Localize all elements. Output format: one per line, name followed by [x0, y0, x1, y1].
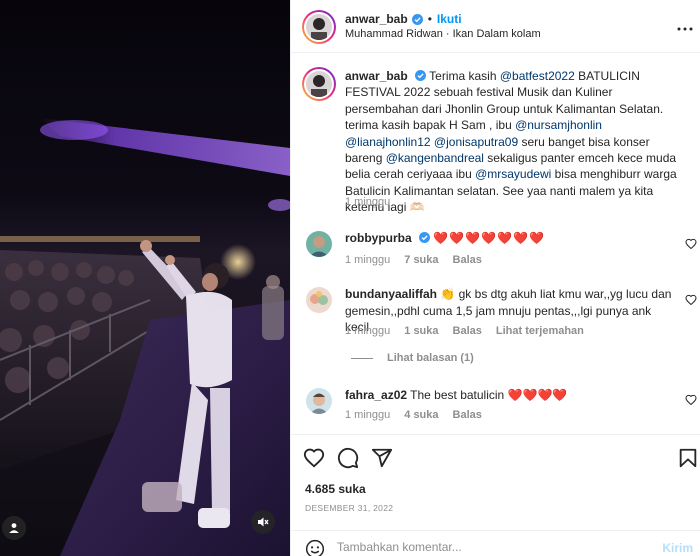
- audio-attribution[interactable]: Muhammad Ridwan · Ikan Dalam kolam: [345, 28, 541, 40]
- comment-username[interactable]: fahra_az02: [345, 388, 407, 402]
- caption-avatar-image: [306, 71, 332, 97]
- user-tag-icon[interactable]: [2, 516, 26, 540]
- person-glyph: [9, 523, 19, 533]
- comment-meta: 1 minggu 1 suka Balas Lihat terjemahan: [345, 325, 584, 337]
- author-username[interactable]: anwar_bab: [345, 12, 408, 26]
- likes-count[interactable]: 4.685 suka: [305, 482, 366, 496]
- bookmark-icon[interactable]: [677, 447, 699, 469]
- comment-likes[interactable]: 1 suka: [404, 325, 438, 337]
- comment-avatar-fahra: [306, 388, 332, 414]
- comment-text: The best batulicin ❤️❤️❤️❤️: [410, 388, 568, 402]
- comment-meta: 1 minggu 4 suka Balas: [345, 409, 482, 421]
- caption-timestamp[interactable]: 1 minggu: [345, 196, 390, 208]
- separator-dot: •: [427, 12, 432, 26]
- caption-text: Terima kasih @batfest2022 BATULICIN FEST…: [345, 69, 677, 214]
- post-side-panel: anwar_bab • Ikuti Muhammad Ridwan · Ikan…: [290, 0, 700, 556]
- caption-mention-link[interactable]: @kangenbandreal: [386, 151, 484, 165]
- caption-mention-link[interactable]: @nursamjhonlin: [515, 118, 602, 132]
- caption-mention-link[interactable]: @lianajhonlin12: [345, 135, 431, 149]
- follow-button[interactable]: Ikuti: [437, 12, 462, 26]
- post-caption: anwar_bab Terima kasih @batfest2022 BATU…: [345, 68, 685, 216]
- muted-speaker-icon[interactable]: [251, 510, 275, 534]
- comment-likes[interactable]: 4 suka: [404, 409, 438, 421]
- concert-video-frame: [0, 0, 290, 556]
- caption-mention-link[interactable]: @mrsayudewi: [475, 167, 551, 181]
- heart-icon[interactable]: [303, 447, 325, 469]
- caption-text-segment: Terima kasih: [429, 69, 500, 83]
- comments-list[interactable]: anwar_bab Terima kasih @batfest2022 BATU…: [291, 54, 700, 434]
- emoji-icon[interactable]: [305, 539, 325, 556]
- caption-username[interactable]: anwar_bab: [345, 69, 408, 83]
- comment-avatar-robbypurba: [306, 231, 332, 257]
- post-date[interactable]: DESEMBER 31, 2022: [305, 503, 393, 513]
- caption-verified-badge-icon: [415, 70, 427, 81]
- comment-text: ❤️❤️❤️❤️❤️❤️❤️: [433, 231, 545, 245]
- comment-meta: 1 minggu 7 suka Balas: [345, 254, 482, 266]
- speaker-glyph: [258, 517, 269, 527]
- comment-like-heart-icon[interactable]: [685, 394, 697, 406]
- post-actions: 4.685 suka DESEMBER 31, 2022: [291, 434, 700, 522]
- comment-timestamp[interactable]: 1 minggu: [345, 325, 390, 337]
- more-options-icon[interactable]: [677, 18, 693, 36]
- replies-divider: [351, 357, 373, 359]
- send-icon[interactable]: [371, 447, 393, 469]
- comment-like-heart-icon[interactable]: [685, 238, 697, 250]
- comment-timestamp[interactable]: 1 minggu: [345, 254, 390, 266]
- comment-username[interactable]: robbypurba: [345, 231, 412, 245]
- caption-avatar[interactable]: [306, 71, 332, 97]
- header-user-row: anwar_bab • Ikuti: [345, 12, 462, 26]
- comment-username[interactable]: bundanyaaliffah: [345, 287, 437, 301]
- reply-button[interactable]: Balas: [453, 409, 482, 421]
- comment-icon[interactable]: [337, 447, 359, 469]
- post-header: anwar_bab • Ikuti Muhammad Ridwan · Ikan…: [291, 0, 700, 53]
- view-replies-button[interactable]: Lihat balasan (1): [351, 352, 474, 364]
- comment-avatar-bundanyaaliffah: [306, 287, 332, 313]
- caption-meta: 1 minggu: [345, 196, 390, 208]
- verified-badge-icon: [411, 13, 423, 25]
- caption-mention-link[interactable]: @jonisaputra09: [434, 135, 518, 149]
- caption-mention-link[interactable]: @batfest2022: [500, 69, 575, 83]
- reply-button[interactable]: Balas: [453, 254, 482, 266]
- add-comment-bar: Kirim: [291, 530, 700, 556]
- view-replies-label: Lihat balasan (1): [387, 352, 474, 364]
- see-translation-button[interactable]: Lihat terjemahan: [496, 325, 584, 337]
- comment-input[interactable]: [337, 540, 637, 554]
- comment-avatar[interactable]: [306, 388, 332, 414]
- comment-like-heart-icon[interactable]: [685, 294, 697, 306]
- post-video[interactable]: [0, 0, 290, 556]
- reply-button[interactable]: Balas: [453, 325, 482, 337]
- comment-timestamp[interactable]: 1 minggu: [345, 409, 390, 421]
- comment-likes[interactable]: 7 suka: [404, 254, 438, 266]
- comment-avatar[interactable]: [306, 287, 332, 313]
- instagram-post-dialog: anwar_bab • Ikuti Muhammad Ridwan · Ikan…: [0, 0, 700, 556]
- post-comment-button[interactable]: Kirim: [662, 541, 693, 555]
- author-avatar[interactable]: [306, 14, 332, 40]
- comment-avatar[interactable]: [306, 231, 332, 257]
- author-avatar-image: [306, 14, 332, 40]
- comment-body: robbypurba ❤️❤️❤️❤️❤️❤️❤️: [345, 230, 675, 247]
- ellipsis-glyph: [677, 27, 693, 31]
- comment-verified-badge-icon: [419, 232, 431, 243]
- comment-body: fahra_az02 The best batulicin ❤️❤️❤️❤️: [345, 387, 675, 404]
